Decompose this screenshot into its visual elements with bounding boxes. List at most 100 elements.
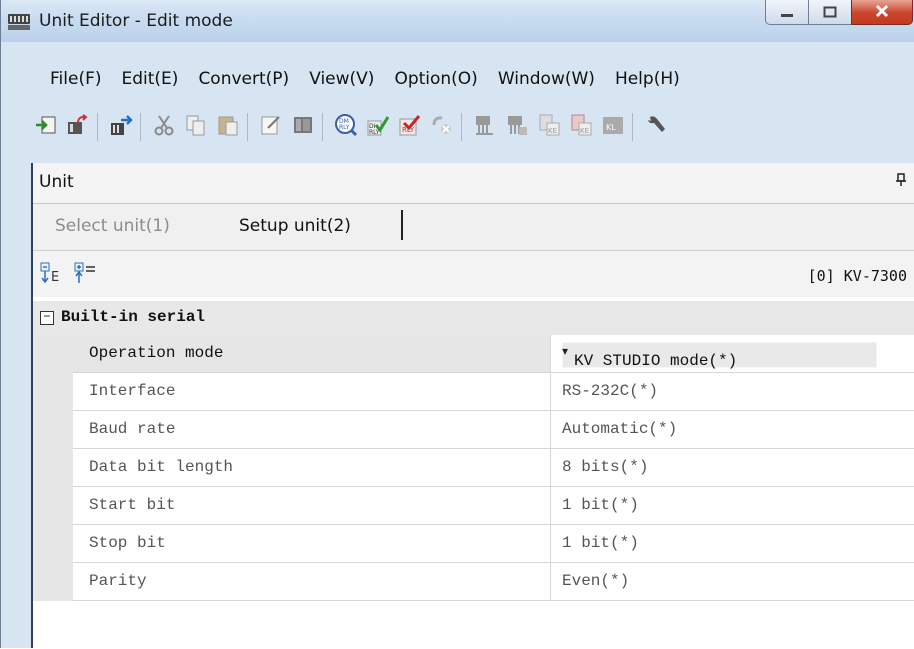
svg-text:KE: KE [548, 127, 557, 135]
property-row-baud-rate[interactable]: Baud rate Automatic(*) [33, 411, 914, 449]
maximize-button[interactable] [808, 0, 852, 25]
property-name: Stop bit [89, 534, 166, 552]
toolbar-separator [632, 113, 633, 141]
ke-button[interactable]: KE [534, 112, 564, 142]
row-gutter [33, 373, 73, 411]
menu-view[interactable]: View(V) [309, 69, 374, 99]
import-icon [34, 113, 58, 141]
property-value-cell[interactable]: Even(*) [551, 563, 914, 600]
edit-button[interactable] [256, 112, 286, 142]
property-name-cell: Start bit [73, 487, 551, 524]
disabled-link-button[interactable] [427, 112, 457, 142]
import-button[interactable] [31, 112, 61, 142]
minimize-button[interactable] [765, 0, 809, 25]
copy-icon [184, 113, 208, 141]
property-value-cell[interactable]: KV STUDIO mode(*) ▾ [551, 335, 914, 372]
property-row-parity[interactable]: Parity Even(*) [33, 563, 914, 601]
collapse-icon[interactable]: − [40, 311, 54, 325]
property-value-cell[interactable]: RS-232C(*) [551, 373, 914, 410]
property-value-cell[interactable]: Automatic(*) [551, 411, 914, 448]
check-rly-button[interactable]: DI RLY [363, 112, 393, 142]
panel-header: Unit [33, 163, 914, 204]
property-name-cell: Stop bit [73, 525, 551, 562]
svg-text:KE: KE [580, 127, 589, 135]
property-value: RS-232C(*) [562, 382, 659, 400]
property-name-cell: Baud rate [73, 411, 551, 448]
minimize-icon [780, 3, 794, 22]
paste-button[interactable] [213, 112, 243, 142]
menu-option[interactable]: Option(O) [394, 69, 477, 99]
text-cursor [401, 210, 403, 240]
row-gutter [33, 335, 73, 373]
property-row-interface[interactable]: Interface RS-232C(*) [33, 373, 914, 411]
row-gutter [33, 487, 73, 525]
export-icon [66, 113, 90, 141]
unit-editor-app-icon [7, 12, 31, 32]
svg-text:KL: KL [606, 123, 616, 132]
export-button[interactable] [63, 112, 93, 142]
sort-alphabetical-icon[interactable] [73, 261, 99, 285]
property-value: Even(*) [562, 572, 630, 590]
menu-file[interactable]: File(F) [50, 69, 102, 99]
ke-icon: KE [537, 113, 561, 141]
unit-tree-button[interactable] [470, 112, 500, 142]
grid-button[interactable] [288, 112, 318, 142]
tab-setup-unit[interactable]: Setup unit(2) [239, 216, 351, 236]
dm-rly-button[interactable]: DM RLY [331, 112, 361, 142]
copy-button[interactable] [181, 112, 211, 142]
close-button[interactable] [851, 0, 913, 25]
property-value-cell[interactable]: 8 bits(*) [551, 449, 914, 486]
menu-window[interactable]: Window(W) [498, 69, 595, 99]
kl-icon: KL [601, 113, 625, 141]
unit-model-label: [0] KV-7300 [807, 267, 907, 285]
unit-editor-window: Unit Editor - Edit mode File(F) Edit(E) [0, 0, 914, 649]
settings-icon [644, 113, 668, 141]
dropdown-arrow-icon[interactable]: ▾ [562, 344, 907, 359]
unit-tree-icon [473, 113, 497, 141]
menu-help[interactable]: Help(H) [615, 69, 680, 99]
grid-icon [291, 113, 315, 141]
unit-config-button[interactable] [502, 112, 532, 142]
group-label: Built-in serial [61, 308, 206, 326]
close-icon [874, 3, 890, 22]
kl-button[interactable]: KL [598, 112, 628, 142]
edit-icon [259, 113, 283, 141]
cut-button[interactable] [149, 112, 179, 142]
pin-icon[interactable] [895, 173, 907, 191]
checklist-button[interactable]: RLY [395, 112, 425, 142]
tab-select-unit[interactable]: Select unit(1) [55, 216, 170, 236]
menu-convert[interactable]: Convert(P) [198, 69, 289, 99]
row-gutter [33, 449, 73, 487]
panel-title: Unit [39, 172, 74, 192]
property-row-start-bit[interactable]: Start bit 1 bit(*) [33, 487, 914, 525]
ke-red-button[interactable]: KE [566, 112, 596, 142]
property-value: 1 bit(*) [562, 534, 639, 552]
property-value-cell[interactable]: 1 bit(*) [551, 525, 914, 562]
property-row-data-bit-length[interactable]: Data bit length 8 bits(*) [33, 449, 914, 487]
group-built-in-serial[interactable]: − Built-in serial [33, 301, 914, 335]
transfer-icon [109, 113, 133, 141]
check-rly-icon: DI RLY [366, 113, 390, 141]
property-row-stop-bit[interactable]: Stop bit 1 bit(*) [33, 525, 914, 563]
property-grid: Operation mode KV STUDIO mode(*) ▾ Inter… [33, 335, 914, 601]
property-name: Operation mode [89, 344, 224, 362]
sort-categorized-icon[interactable]: E [39, 261, 65, 285]
title-bar[interactable]: Unit Editor - Edit mode [1, 0, 914, 42]
settings-button[interactable] [641, 112, 671, 142]
paste-icon [216, 113, 240, 141]
menu-edit[interactable]: Edit(E) [122, 69, 179, 99]
row-gutter [33, 411, 73, 449]
transfer-button[interactable] [106, 112, 136, 142]
property-name: Data bit length [89, 458, 234, 476]
property-row-operation-mode[interactable]: Operation mode KV STUDIO mode(*) ▾ [33, 335, 914, 373]
tab-bar: Select unit(1) Setup unit(2) [33, 204, 914, 248]
toolbar-separator [247, 113, 248, 141]
svg-text:E: E [51, 270, 59, 285]
ke-red-icon: KE [569, 113, 593, 141]
property-name: Baud rate [89, 420, 176, 438]
property-value-cell[interactable]: 1 bit(*) [551, 487, 914, 524]
disabled-link-icon [430, 113, 454, 141]
property-name-cell: Interface [73, 373, 551, 410]
toolbar-separator [97, 113, 98, 141]
toolbar-separator [461, 113, 462, 141]
